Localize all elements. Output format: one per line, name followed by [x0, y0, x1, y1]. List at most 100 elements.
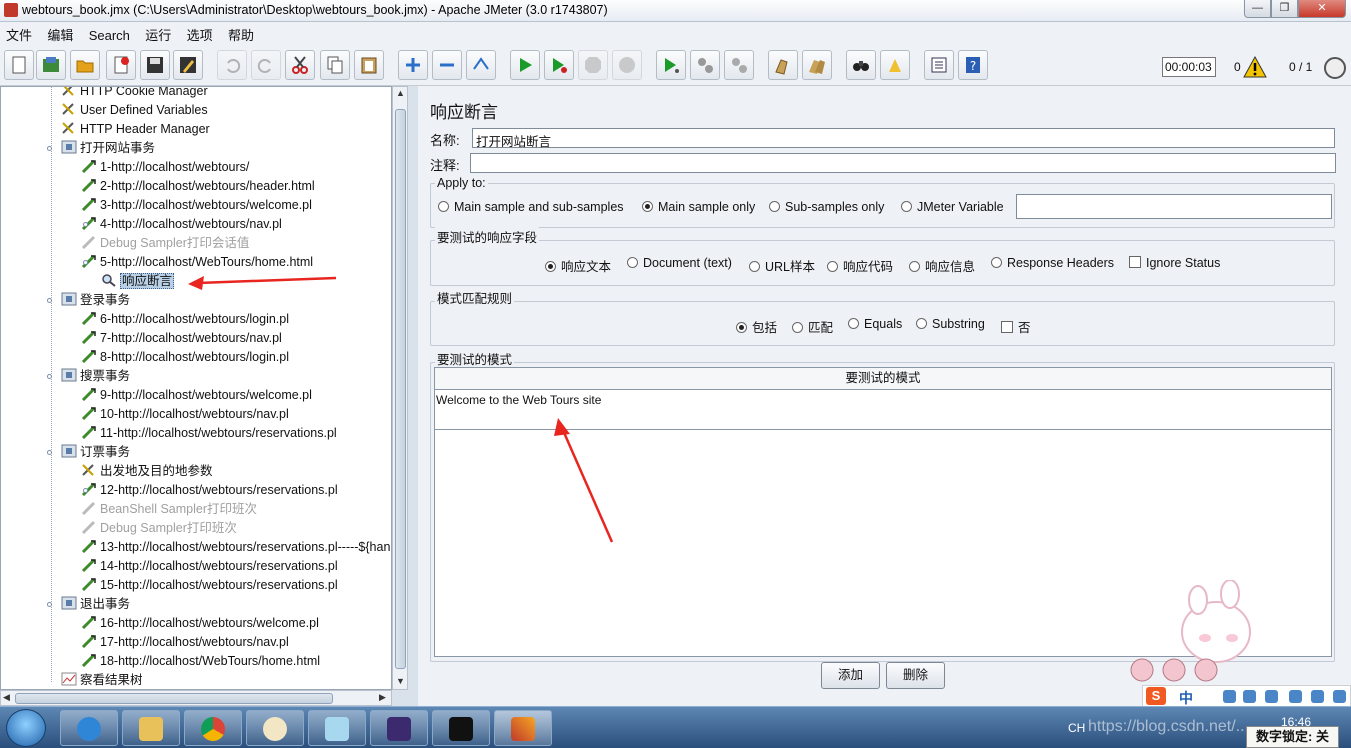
remote-shutdown-button[interactable] [724, 50, 754, 80]
apply-main-only-radio[interactable]: Main sample only [642, 200, 755, 214]
close-button[interactable]: ✕ [1298, 0, 1346, 18]
apply-main-and-sub-radio[interactable]: Main sample and sub-samples [438, 200, 624, 214]
close-file-button[interactable] [106, 50, 136, 80]
save-button[interactable] [140, 50, 170, 80]
tree-node[interactable]: 10-http://localhost/webtours/nav.pl [81, 405, 289, 423]
remote-status-icon[interactable] [1324, 57, 1346, 79]
add-button[interactable]: 添加 [821, 662, 880, 689]
mic-icon[interactable] [1243, 690, 1256, 703]
rule-matches-radio[interactable]: 匹配 [792, 317, 833, 336]
clear-all-button[interactable] [802, 50, 832, 80]
delete-button[interactable]: 删除 [886, 662, 945, 689]
patterns-column-header[interactable]: 要测试的模式 [435, 368, 1331, 390]
sogou-icon[interactable]: S [1146, 687, 1166, 705]
menu-options[interactable]: 选项 [181, 22, 219, 44]
expand-all-button[interactable] [398, 50, 428, 80]
tree-node[interactable]: 9-http://localhost/webtours/welcome.pl [81, 386, 312, 404]
minimize-button[interactable]: — [1244, 0, 1271, 18]
tree-node[interactable]: 14-http://localhost/webtours/reservation… [81, 557, 338, 575]
tree-node[interactable]: 察看结果树 [61, 671, 143, 689]
taskbar-explorer[interactable] [122, 710, 180, 746]
ignore-status-checkbox[interactable]: Ignore Status [1129, 256, 1220, 270]
help-button[interactable]: ? [958, 50, 988, 80]
warning-icon[interactable] [1243, 56, 1267, 78]
tree-node[interactable]: 8-http://localhost/webtours/login.pl [81, 348, 289, 366]
remote-start-button[interactable] [656, 50, 686, 80]
maximize-button[interactable]: ❐ [1271, 0, 1298, 18]
new-button[interactable] [4, 50, 34, 80]
tree-expand-handle[interactable] [83, 260, 88, 265]
tree-node[interactable]: HTTP Header Manager [61, 120, 210, 138]
redo-button[interactable] [251, 50, 281, 80]
grid-icon[interactable] [1333, 690, 1346, 703]
tree-node[interactable]: 出发地及目的地参数 [81, 462, 213, 480]
field-response-headers-radio[interactable]: Response Headers [991, 256, 1114, 270]
tree-node[interactable]: Debug Sampler打印会话值 [81, 234, 249, 252]
tree-node[interactable]: 11-http://localhost/webtours/reservation… [81, 424, 337, 442]
taskbar-chrome[interactable] [184, 710, 242, 746]
tree-node[interactable]: 3-http://localhost/webtours/welcome.pl [81, 196, 312, 214]
field-response-code-radio[interactable]: 响应代码 [827, 256, 893, 275]
templates-button[interactable] [36, 50, 66, 80]
menu-run[interactable]: 运行 [139, 22, 177, 44]
function-helper-button[interactable] [924, 50, 954, 80]
scroll-right-icon[interactable]: ▶ [379, 692, 386, 703]
tree-node[interactable]: 1-http://localhost/webtours/ [81, 158, 249, 176]
tree-node[interactable]: 12-http://localhost/webtours/reservation… [81, 481, 338, 499]
tree-node[interactable]: 16-http://localhost/webtours/welcome.pl [81, 614, 319, 632]
collapse-all-button[interactable] [432, 50, 462, 80]
tree-node[interactable]: 订票事务 [61, 443, 130, 461]
user-icon[interactable] [1289, 690, 1302, 703]
taskbar-cmd[interactable] [432, 710, 490, 746]
rule-substring-radio[interactable]: Substring [916, 317, 985, 331]
taskbar-jmeter[interactable] [494, 710, 552, 746]
open-button[interactable] [70, 50, 100, 80]
scroll-up-icon[interactable]: ▲ [396, 88, 405, 98]
apply-jmeter-variable-radio[interactable]: JMeter Variable [901, 200, 1004, 214]
rule-not-checkbox[interactable]: 否 [1001, 317, 1031, 336]
field-response-text-radio[interactable]: 响应文本 [545, 256, 611, 275]
tree-expand-handle[interactable] [83, 222, 88, 227]
taskbar-notepad[interactable] [308, 710, 366, 746]
start-button[interactable] [510, 50, 540, 80]
ime-mode-label[interactable]: 中 [1179, 688, 1193, 708]
tree-node[interactable]: 7-http://localhost/webtours/nav.pl [81, 329, 282, 347]
menu-search[interactable]: Search [83, 25, 136, 43]
tree-node[interactable]: 13-http://localhost/webtours/reservation… [81, 538, 390, 556]
taskbar-ie[interactable] [60, 710, 118, 746]
start-no-pauses-button[interactable] [544, 50, 574, 80]
undo-button[interactable] [217, 50, 247, 80]
keyboard-icon[interactable] [1265, 690, 1278, 703]
start-button[interactable] [6, 709, 46, 747]
tree-horizontal-scrollbar[interactable]: ◀ ▶ [0, 690, 392, 706]
save-as-button[interactable] [173, 50, 203, 80]
tree-node[interactable]: 18-http://localhost/WebTours/home.html [81, 652, 320, 670]
tree-node[interactable]: 4-http://localhost/webtours/nav.pl [81, 215, 282, 233]
rule-equals-radio[interactable]: Equals [848, 317, 902, 331]
tree-node[interactable]: 17-http://localhost/webtours/nav.pl [81, 633, 289, 651]
clear-button[interactable] [768, 50, 798, 80]
tree-node[interactable]: BeanShell Sampler打印班次 [81, 500, 257, 518]
tree-node[interactable]: 退出事务 [61, 595, 130, 613]
name-field[interactable]: 打开网站断言 [472, 128, 1335, 149]
copy-button[interactable] [320, 50, 350, 80]
language-indicator[interactable]: CH [1068, 721, 1085, 735]
scroll-left-icon[interactable]: ◀ [3, 692, 10, 703]
reset-search-button[interactable] [880, 50, 910, 80]
tree-node[interactable]: HTTP Cookie Manager [61, 87, 208, 100]
shutdown-button[interactable] [612, 50, 642, 80]
field-response-message-radio[interactable]: 响应信息 [909, 256, 975, 275]
field-document-radio[interactable]: Document (text) [627, 256, 732, 270]
tree-node[interactable]: User Defined Variables [61, 101, 208, 119]
ime-toolbar[interactable]: S 中 [1142, 685, 1351, 707]
shirt-icon[interactable] [1311, 690, 1324, 703]
remote-stop-button[interactable] [690, 50, 720, 80]
tree-node[interactable]: 搜票事务 [61, 367, 130, 385]
search-button[interactable] [846, 50, 876, 80]
scroll-thumb[interactable] [395, 109, 406, 669]
tree-expand-handle[interactable] [83, 488, 88, 493]
tree-node[interactable]: 打开网站事务 [61, 139, 155, 157]
tree-node[interactable]: Debug Sampler打印班次 [81, 519, 237, 537]
hscroll-thumb[interactable] [15, 693, 333, 704]
menu-help[interactable]: 帮助 [222, 22, 260, 44]
